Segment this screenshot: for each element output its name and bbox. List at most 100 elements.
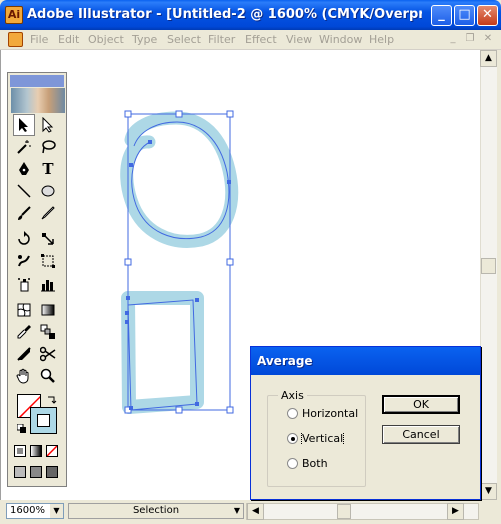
none-mode-button[interactable] bbox=[46, 445, 58, 457]
handle-bottom-right bbox=[226, 406, 234, 414]
status-dropdown-arrow[interactable]: ▼ bbox=[234, 504, 240, 518]
dialog-title[interactable]: Average bbox=[251, 347, 480, 375]
scroll-up-button[interactable]: ▲ bbox=[480, 50, 497, 67]
line-icon bbox=[17, 184, 31, 198]
menu-filter[interactable]: Filter bbox=[208, 33, 235, 46]
rotate-icon bbox=[18, 231, 30, 245]
column-graph-tool[interactable] bbox=[37, 273, 59, 295]
mesh-tool[interactable] bbox=[13, 299, 35, 321]
title-bar[interactable]: Ai Adobe Illustrator - [Untitled-2 @ 160… bbox=[0, 0, 501, 30]
horizontal-radio[interactable] bbox=[287, 408, 298, 419]
symbol-sprayer-tool[interactable] bbox=[13, 273, 35, 295]
menu-edit[interactable]: Edit bbox=[58, 33, 79, 46]
warp-tool[interactable] bbox=[13, 250, 35, 272]
type-tool[interactable]: T bbox=[37, 158, 59, 180]
pencil-tool[interactable] bbox=[37, 202, 59, 224]
vertical-scroll-thumb[interactable] bbox=[481, 258, 496, 274]
menu-select[interactable]: Select bbox=[167, 33, 201, 46]
menu-object[interactable]: Object bbox=[88, 33, 124, 46]
status-tool-field[interactable]: Selection ▼ bbox=[68, 503, 244, 519]
average-dialog: Average Axis Horizontal Vertical Both OK… bbox=[250, 346, 481, 500]
slice-tool[interactable] bbox=[13, 343, 35, 365]
both-label: Both bbox=[302, 457, 328, 470]
scissors-tool[interactable] bbox=[37, 343, 59, 365]
gradient-tool[interactable] bbox=[37, 299, 59, 321]
free-transform-tool[interactable] bbox=[37, 250, 59, 272]
menu-effect[interactable]: Effect bbox=[245, 33, 277, 46]
magic-wand-tool[interactable] bbox=[13, 136, 35, 158]
horizontal-scroll-thumb[interactable] bbox=[337, 504, 351, 519]
both-radio-option[interactable]: Both bbox=[287, 457, 367, 470]
rectangle-stroke bbox=[121, 291, 204, 414]
rectangle-path bbox=[127, 299, 198, 411]
both-radio[interactable] bbox=[287, 458, 298, 469]
vertical-scrollbar[interactable] bbox=[480, 50, 497, 500]
default-fill-stroke-icon[interactable] bbox=[16, 423, 26, 433]
scroll-right-button[interactable]: ▶ bbox=[447, 503, 464, 520]
swap-fill-stroke-icon[interactable] bbox=[47, 394, 57, 404]
document-menu-icon[interactable] bbox=[8, 32, 23, 47]
eyedropper-tool[interactable] bbox=[13, 321, 35, 343]
eyedropper-icon bbox=[17, 325, 31, 339]
zoom-level-value: 1600% bbox=[10, 505, 45, 516]
paintbrush-tool[interactable] bbox=[13, 202, 35, 224]
pen-tool[interactable] bbox=[13, 158, 35, 180]
hand-tool[interactable] bbox=[13, 365, 35, 387]
handle-middle-left bbox=[124, 258, 132, 266]
gradient-mode-button[interactable] bbox=[30, 445, 42, 457]
magic-wand-icon bbox=[17, 140, 31, 154]
anchor-point bbox=[129, 163, 133, 167]
handle-top-left bbox=[124, 110, 132, 118]
color-mode-button[interactable] bbox=[14, 445, 26, 457]
blend-tool[interactable] bbox=[37, 321, 59, 343]
handle-middle-right bbox=[226, 258, 234, 266]
status-bar: 1600% ▼ Selection ▼ ◀ ▶ bbox=[0, 500, 501, 524]
doc-restore-button[interactable]: ❐ bbox=[463, 33, 477, 46]
menu-bar: File Edit Object Type Select Filter Effe… bbox=[0, 30, 501, 50]
close-button[interactable]: ✕ bbox=[477, 5, 498, 26]
horizontal-radio-option[interactable]: Horizontal bbox=[287, 407, 367, 420]
minimize-button[interactable]: _ bbox=[431, 5, 452, 26]
lasso-tool[interactable] bbox=[37, 136, 59, 158]
screen-mode-full-menu-button[interactable] bbox=[30, 466, 42, 478]
illustrator-app-icon[interactable]: Ai bbox=[5, 6, 23, 24]
magnifier-icon bbox=[40, 368, 55, 383]
scale-tool[interactable] bbox=[37, 228, 59, 250]
selection-bounding-box bbox=[127, 113, 231, 411]
scroll-down-button[interactable]: ▼ bbox=[480, 483, 497, 500]
zoom-tool[interactable] bbox=[37, 365, 59, 387]
menu-type[interactable]: Type bbox=[132, 33, 157, 46]
venus-logo-image[interactable] bbox=[11, 88, 65, 113]
brush-icon bbox=[18, 206, 31, 220]
maximize-button[interactable]: □ bbox=[454, 5, 475, 26]
line-tool[interactable] bbox=[13, 180, 35, 202]
horizontal-scrollbar[interactable]: ◀ ▶ bbox=[246, 503, 479, 520]
handle-bottom-center bbox=[175, 406, 183, 414]
rotate-tool[interactable] bbox=[13, 228, 35, 250]
screen-mode-full-button[interactable] bbox=[46, 466, 58, 478]
stroke-swatch-inner bbox=[37, 414, 50, 427]
anchor-point bbox=[148, 140, 152, 144]
zoom-dropdown-arrow[interactable]: ▼ bbox=[50, 504, 63, 518]
horizontal-label: Horizontal bbox=[302, 407, 359, 420]
stroke-swatch[interactable] bbox=[30, 407, 57, 434]
menu-file[interactable]: File bbox=[30, 33, 48, 46]
screen-mode-standard-button[interactable] bbox=[14, 466, 26, 478]
scroll-left-button[interactable]: ◀ bbox=[247, 503, 264, 520]
ok-button[interactable]: OK bbox=[382, 395, 460, 414]
vertical-radio-option[interactable]: Vertical bbox=[287, 432, 367, 445]
pen-icon bbox=[19, 162, 29, 175]
menu-view[interactable]: View bbox=[286, 33, 312, 46]
doc-close-button[interactable]: ✕ bbox=[481, 33, 495, 46]
toolbox-title-bar[interactable] bbox=[10, 75, 64, 87]
selection-tool[interactable] bbox=[13, 114, 35, 136]
doc-minimize-button[interactable]: _ bbox=[446, 33, 460, 46]
ellipse-tool[interactable] bbox=[37, 180, 59, 202]
menu-help[interactable]: Help bbox=[369, 33, 394, 46]
zoom-level-combo[interactable]: 1600% ▼ bbox=[6, 503, 64, 519]
menu-window[interactable]: Window bbox=[319, 33, 362, 46]
cancel-button[interactable]: Cancel bbox=[382, 425, 460, 444]
vertical-radio[interactable] bbox=[287, 433, 298, 444]
handle-top-center bbox=[175, 110, 183, 118]
direct-selection-tool[interactable] bbox=[37, 114, 59, 136]
